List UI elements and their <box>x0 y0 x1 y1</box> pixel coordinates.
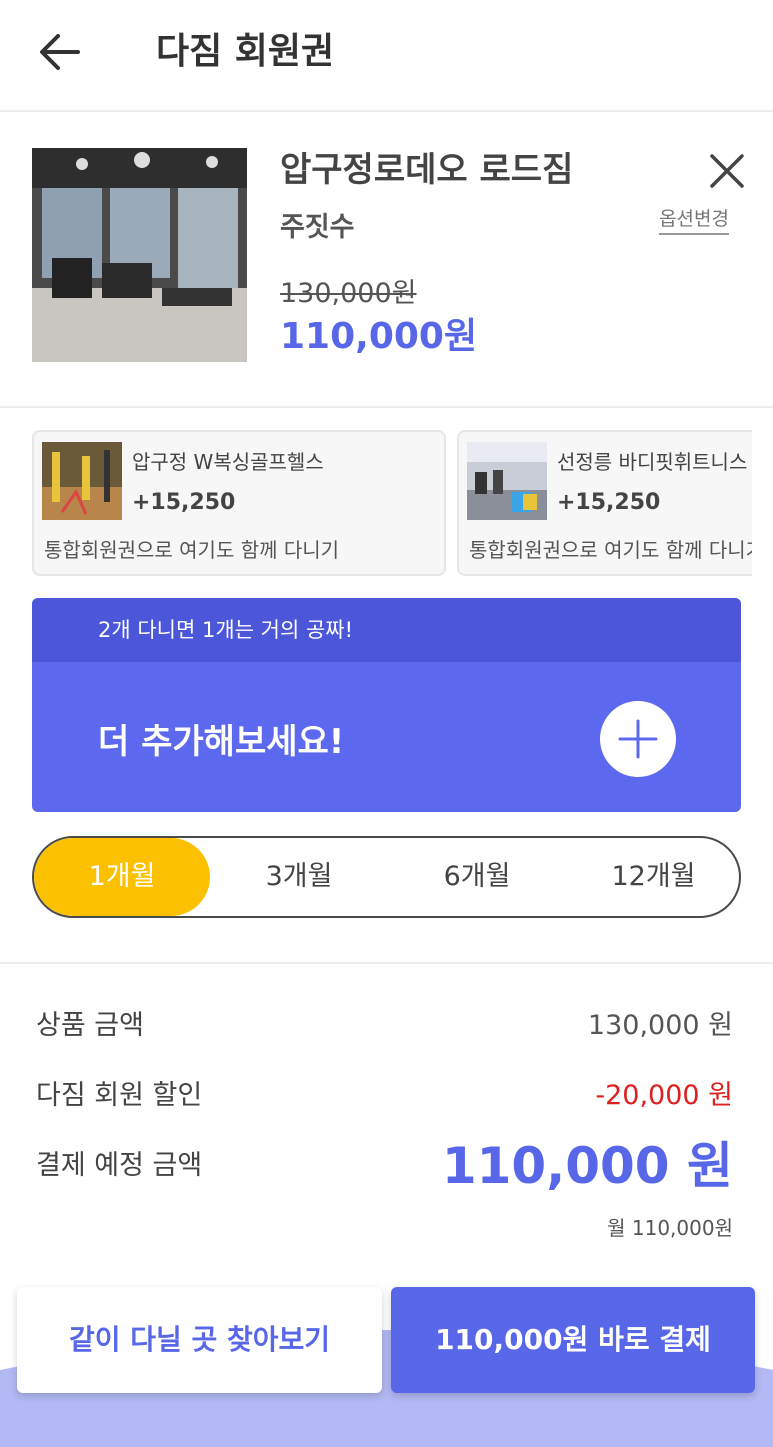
banner-subtitle: 2개 다니면 1개는 거의 공짜! <box>98 618 354 642</box>
arrow-left-icon <box>40 34 80 70</box>
product-amount-label: 상품 금액 <box>36 1010 144 1041</box>
period-option-3-months[interactable]: 3개월 <box>210 838 388 916</box>
banner-title: 더 추가해보세요! <box>98 722 345 762</box>
total-label: 결제 예정 금액 <box>36 1150 203 1181</box>
original-price: 130,000원 <box>280 278 417 309</box>
suggestion-name: 선정릉 바디핏휘트니스 <box>557 450 748 474</box>
suggestion-thumbnail <box>467 442 547 520</box>
suggestion-price: +15,250 <box>557 490 661 515</box>
add-more-banner[interactable]: 2개 다니면 1개는 거의 공짜! 더 추가해보세요! <box>32 598 741 812</box>
back-button[interactable] <box>36 28 84 76</box>
suggestion-price: +15,250 <box>132 490 236 515</box>
suggestion-thumbnail <box>42 442 122 520</box>
page-title: 다짐 회원권 <box>156 31 335 72</box>
divider <box>0 962 773 964</box>
banner-subtitle-bar: 2개 다니면 1개는 거의 공짜! <box>32 598 741 662</box>
product-amount-value: 130,000 원 <box>587 1010 733 1041</box>
program-type: 주짓수 <box>280 212 355 243</box>
suggestion-carousel[interactable]: 압구정 W복싱골프헬스 +15,250 통합회원권으로 여기도 함께 다니기 선… <box>32 430 752 578</box>
close-icon <box>710 154 744 188</box>
add-button[interactable] <box>600 701 676 777</box>
suggestion-desc: 통합회원권으로 여기도 함께 다니기 <box>469 538 752 562</box>
period-selector: 1개월 3개월 6개월 12개월 <box>32 836 741 918</box>
suggestion-name: 압구정 W복싱골프헬스 <box>132 450 324 474</box>
product-summary: 압구정로데오 로드짐 주짓수 옵션변경 130,000원 110,000원 <box>0 112 773 408</box>
monthly-price: 월 110,000원 <box>607 1216 733 1240</box>
discount-value: -20,000 원 <box>595 1080 733 1111</box>
find-companion-gym-button[interactable]: 같이 다닐 곳 찾아보기 <box>17 1287 382 1393</box>
remove-button[interactable] <box>706 150 748 192</box>
discount-label: 다짐 회원 할인 <box>36 1080 203 1111</box>
app-header: 다짐 회원권 <box>0 0 773 112</box>
sale-price: 110,000원 <box>280 316 478 357</box>
gym-name: 압구정로데오 로드짐 <box>280 150 574 190</box>
plus-icon <box>618 719 658 759</box>
option-change-link[interactable]: 옵션변경 <box>659 204 729 235</box>
suggestion-card[interactable]: 압구정 W복싱골프헬스 +15,250 통합회원권으로 여기도 함께 다니기 <box>32 430 446 576</box>
gym-photo <box>32 148 247 362</box>
suggestion-card[interactable]: 선정릉 바디핏휘트니스 +15,250 통합회원권으로 여기도 함께 다니기 <box>457 430 752 576</box>
period-option-12-months[interactable]: 12개월 <box>566 838 739 916</box>
suggestion-desc: 통합회원권으로 여기도 함께 다니기 <box>44 538 340 562</box>
period-option-1-month[interactable]: 1개월 <box>34 838 210 916</box>
period-option-6-months[interactable]: 6개월 <box>388 838 566 916</box>
pay-now-button[interactable]: 110,000원 바로 결제 <box>391 1287 755 1393</box>
total-value: 110,000 원 <box>441 1137 733 1195</box>
